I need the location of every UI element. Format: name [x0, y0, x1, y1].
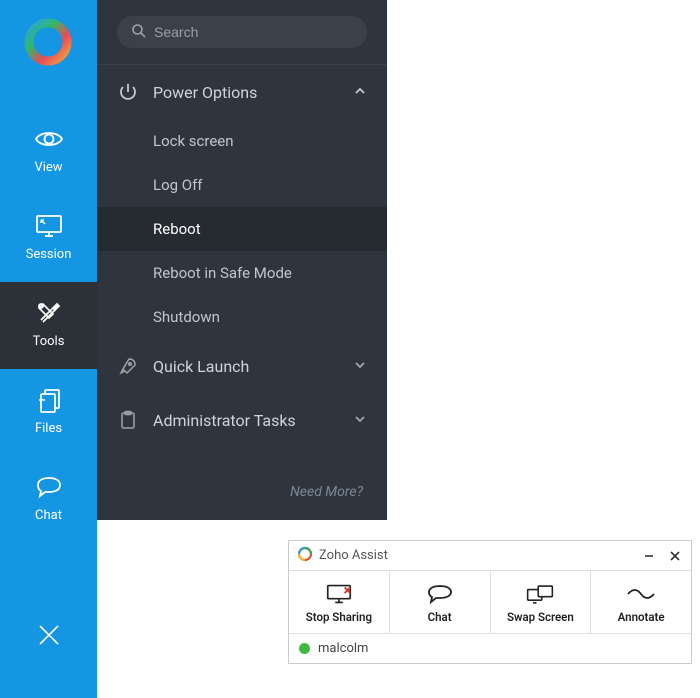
power-icon — [117, 81, 139, 103]
search-wrap — [97, 0, 387, 64]
section-label: Power Options — [153, 83, 257, 102]
sidebar: View Session Tools — [0, 0, 97, 698]
assist-toolbar: Stop Sharing Chat Swap Screen — [289, 571, 691, 633]
chevron-down-icon — [353, 357, 367, 376]
chat-button[interactable]: Chat — [390, 571, 491, 633]
sidebar-item-tools[interactable]: Tools — [0, 282, 97, 369]
rocket-icon — [117, 355, 139, 377]
files-icon — [34, 387, 64, 413]
stop-sharing-button[interactable]: Stop Sharing — [289, 571, 390, 633]
section-quick-launch[interactable]: Quick Launch — [97, 339, 387, 393]
sidebar-item-label: Files — [35, 421, 62, 436]
annotate-icon — [626, 581, 656, 607]
close-window-button[interactable] — [665, 546, 685, 566]
section-label: Quick Launch — [153, 357, 249, 376]
swap-screen-button[interactable]: Swap Screen — [491, 571, 592, 633]
assist-window: Zoho Assist Stop Sharing — [288, 540, 692, 664]
power-item-shutdown[interactable]: Shutdown — [97, 295, 387, 339]
eye-icon — [34, 126, 64, 152]
app-logo — [24, 18, 74, 68]
power-item-lock-screen[interactable]: Lock screen — [97, 119, 387, 163]
chat-icon — [34, 474, 64, 500]
tool-label: Swap Screen — [507, 610, 574, 624]
tools-panel: Power Options Lock screen Log Off Reboot… — [97, 0, 387, 520]
assist-titlebar[interactable]: Zoho Assist — [289, 541, 691, 571]
sidebar-item-label: Tools — [33, 334, 65, 349]
clipboard-icon — [117, 409, 139, 431]
sidebar-bottom — [0, 604, 97, 698]
chevron-down-icon — [353, 411, 367, 430]
assist-logo-icon — [297, 546, 313, 565]
power-item-reboot-safe[interactable]: Reboot in Safe Mode — [97, 251, 387, 295]
sidebar-item-chat[interactable]: Chat — [0, 456, 97, 543]
section-label: Administrator Tasks — [153, 411, 296, 430]
tool-label: Stop Sharing — [306, 610, 372, 624]
tools-icon — [34, 300, 64, 326]
assist-status-bar: malcolm — [289, 633, 691, 663]
stop-sharing-icon — [324, 581, 354, 607]
sidebar-item-view[interactable]: View — [0, 108, 97, 195]
section-admin-tasks[interactable]: Administrator Tasks — [97, 393, 387, 447]
sidebar-item-label: Chat — [35, 508, 62, 523]
sidebar-item-session[interactable]: Session — [0, 195, 97, 282]
power-item-reboot[interactable]: Reboot — [97, 207, 387, 251]
tool-label: Annotate — [618, 610, 665, 624]
status-dot-icon — [299, 643, 310, 654]
assist-title: Zoho Assist — [319, 548, 388, 563]
status-user: malcolm — [318, 641, 368, 656]
need-more-link[interactable]: Need More? — [97, 468, 387, 520]
power-options-list: Lock screen Log Off Reboot Reboot in Saf… — [97, 119, 387, 339]
section-power-options[interactable]: Power Options — [97, 65, 387, 119]
close-icon — [36, 622, 62, 652]
search-input[interactable] — [154, 24, 353, 40]
minimize-button[interactable] — [639, 546, 659, 566]
swap-screen-icon — [525, 581, 555, 607]
sidebar-item-files[interactable]: Files — [0, 369, 97, 456]
tool-label: Chat — [428, 610, 452, 624]
search-icon — [131, 23, 146, 42]
sidebar-item-label: View — [34, 160, 62, 175]
annotate-button[interactable]: Annotate — [591, 571, 691, 633]
search-field[interactable] — [117, 16, 367, 48]
sidebar-item-label: Session — [26, 247, 72, 262]
chevron-up-icon — [353, 83, 367, 102]
close-button[interactable] — [0, 604, 97, 670]
monitor-icon — [34, 213, 64, 239]
chat-bubble-icon — [425, 581, 455, 607]
power-item-log-off[interactable]: Log Off — [97, 163, 387, 207]
